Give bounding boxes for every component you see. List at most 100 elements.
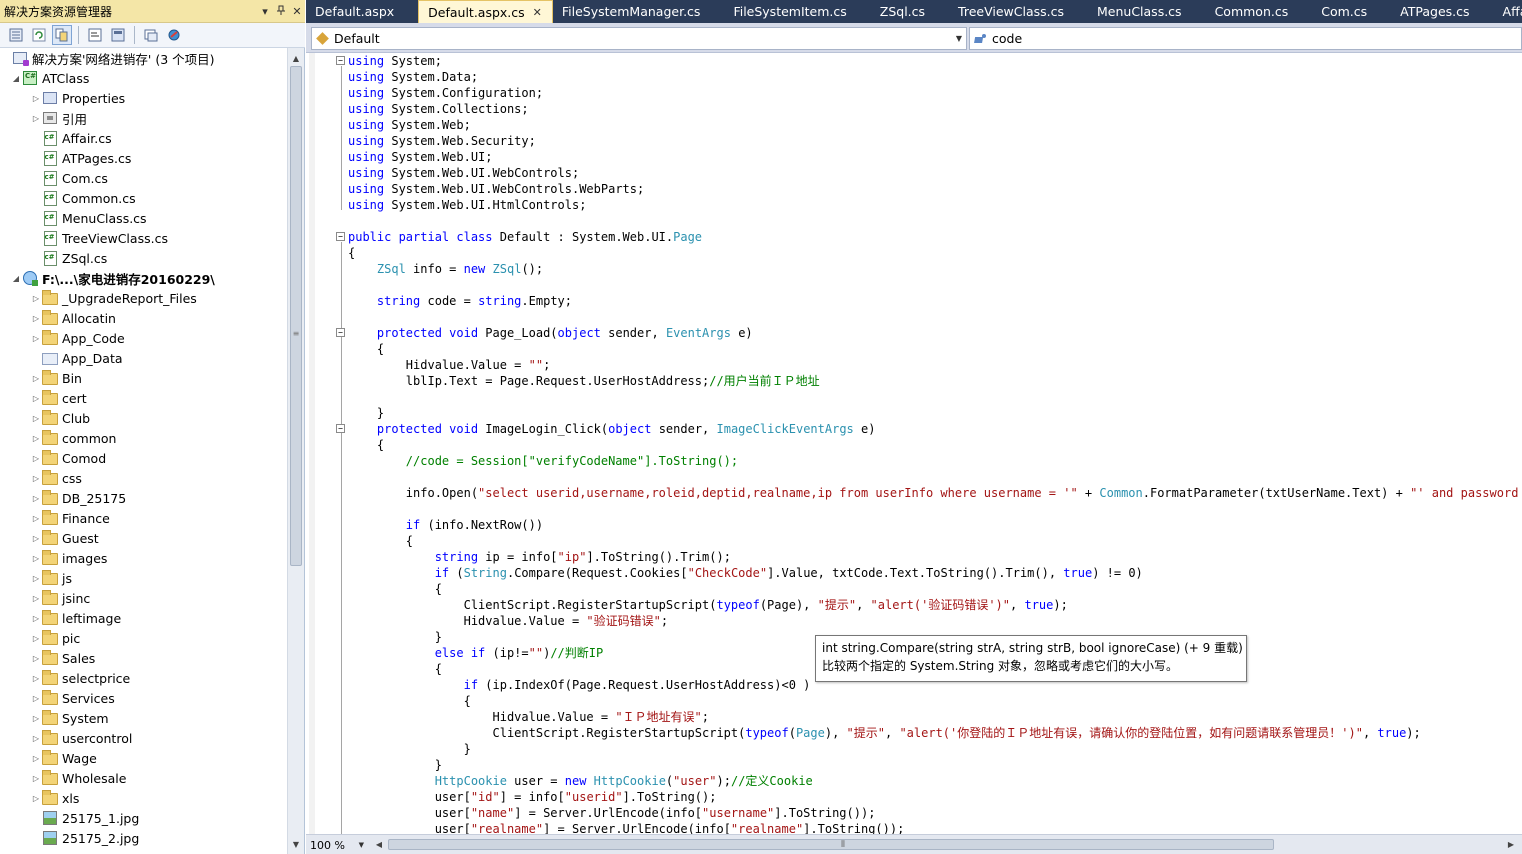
close-panel-icon[interactable]: ✕ [289, 5, 305, 18]
view-designer-button[interactable] [108, 25, 128, 45]
close-tab-icon[interactable]: ✕ [533, 6, 542, 19]
scroll-up-arrow-icon[interactable]: ▲ [288, 50, 304, 66]
expand-arrow-icon[interactable]: ▷ [30, 308, 42, 328]
tree-item[interactable]: ▷ Club [0, 408, 90, 428]
copy-website-button[interactable] [141, 25, 161, 45]
expand-arrow-icon[interactable]: ▷ [30, 788, 42, 808]
expand-arrow-icon[interactable]: ▷ [30, 588, 42, 608]
expand-arrow-icon[interactable]: ▷ [30, 568, 42, 588]
tree-item[interactable]: ▷ Allocatin [0, 308, 116, 328]
horizontal-scrollbar-thumb[interactable]: ⦀ [388, 839, 1274, 850]
tab-document[interactable]: MenuClass.cs [1088, 0, 1192, 23]
tree-item[interactable]: TreeViewClass.cs [0, 228, 168, 248]
code-editor[interactable]: − − − − using System; using System.Data; usin… [306, 53, 1522, 834]
tree-item[interactable]: ▷ css [0, 468, 82, 488]
tree-item[interactable]: ▷ cert [0, 388, 87, 408]
tree-item[interactable]: ▷ xls [0, 788, 79, 808]
tab-document[interactable]: Default.aspx.cs ✕ [418, 0, 553, 23]
tree-item[interactable]: ◢ ATClass [0, 68, 89, 88]
expand-arrow-icon[interactable]: ▷ [30, 508, 42, 528]
expand-arrow-icon[interactable]: ▷ [30, 468, 42, 488]
tree-item[interactable]: ▷ 引用 [0, 108, 87, 128]
collapse-arrow-icon[interactable]: ◢ [10, 268, 22, 288]
tree-item[interactable]: ▷ _UpgradeReport_Files [0, 288, 197, 308]
tab-document[interactable]: TreeViewClass.cs [949, 0, 1074, 23]
tree-item[interactable]: ▷ Guest [0, 528, 99, 548]
collapse-region-icon[interactable]: − [336, 232, 345, 241]
tab-document[interactable]: Default.aspx [306, 0, 404, 23]
expand-arrow-icon[interactable]: ▷ [30, 448, 42, 468]
tab-document[interactable]: Affair.cs [1494, 0, 1522, 23]
horizontal-scrollbar[interactable]: ◀ ⦀ ▶ [372, 837, 1518, 852]
auto-hide-pin-icon[interactable] [273, 5, 289, 18]
tree-item[interactable]: ▷ Sales [0, 648, 95, 668]
tree-item[interactable]: ▷ Finance [0, 508, 110, 528]
expand-arrow-icon[interactable]: ▷ [30, 628, 42, 648]
tab-document[interactable]: FileSystemItem.cs [724, 0, 856, 23]
collapse-region-icon[interactable]: − [336, 424, 345, 433]
expand-arrow-icon[interactable]: ▷ [30, 668, 42, 688]
tree-item[interactable]: ▷ jsinc [0, 588, 90, 608]
expand-arrow-icon[interactable]: ▷ [30, 768, 42, 788]
tree-item[interactable]: Common.cs [0, 188, 136, 208]
expand-arrow-icon[interactable]: ▷ [30, 728, 42, 748]
tree-item[interactable]: ▷ DB_25175 [0, 488, 126, 508]
tree-item[interactable]: ▷ js [0, 568, 72, 588]
expand-arrow-icon[interactable]: ▷ [30, 528, 42, 548]
scroll-right-arrow-icon[interactable]: ▶ [1504, 837, 1518, 852]
expand-arrow-icon[interactable]: ▷ [30, 608, 42, 628]
tree-item[interactable]: ◢ F:\...\家电进销存20160229\ [0, 268, 215, 288]
tab-document[interactable]: ZSql.cs [871, 0, 935, 23]
expand-arrow-icon[interactable]: ▷ [30, 288, 42, 308]
collapse-arrow-icon[interactable]: ◢ [10, 68, 22, 88]
tree-item[interactable]: ▷ Comod [0, 448, 106, 468]
tree-item[interactable]: ▷ pic [0, 628, 80, 648]
scroll-left-arrow-icon[interactable]: ◀ [372, 837, 386, 852]
asp-net-configuration-button[interactable] [164, 25, 184, 45]
tree-item[interactable]: ▷ usercontrol [0, 728, 132, 748]
refresh-button[interactable] [29, 25, 49, 45]
tree-item[interactable]: ▷ Properties [0, 88, 125, 108]
expand-arrow-icon[interactable]: ▷ [30, 708, 42, 728]
tab-document[interactable]: FileSystemManager.cs [553, 0, 711, 23]
expand-arrow-icon[interactable]: ▷ [30, 388, 42, 408]
code-text-area[interactable]: using System; using System.Data; using Sys… [348, 53, 1522, 834]
tree-item[interactable]: Affair.cs [0, 128, 112, 148]
type-dropdown[interactable]: Default ▼ [311, 27, 967, 50]
window-position-dropdown-icon[interactable]: ▾ [257, 5, 273, 18]
tree-item[interactable]: ▷ Bin [0, 368, 82, 388]
scroll-down-arrow-icon[interactable]: ▼ [288, 836, 304, 852]
tree-item[interactable]: ▷ Services [0, 688, 115, 708]
expand-arrow-icon[interactable]: ▷ [30, 748, 42, 768]
expand-arrow-icon[interactable]: ▷ [30, 548, 42, 568]
tree-item[interactable]: ZSql.cs [0, 248, 107, 268]
expand-arrow-icon[interactable]: ▷ [30, 428, 42, 448]
tree-item[interactable]: 解决方案'网络进销存' (3 个项目) [0, 48, 215, 68]
expand-arrow-icon[interactable]: ▷ [30, 408, 42, 428]
tree-item[interactable]: ATPages.cs [0, 148, 131, 168]
tree-item[interactable]: ▷ System [0, 708, 109, 728]
view-code-button[interactable] [85, 25, 105, 45]
tree-item[interactable]: ▷ selectprice [0, 668, 130, 688]
tab-document[interactable]: Com.cs [1312, 0, 1377, 23]
tree-item[interactable]: ▷ common [0, 428, 116, 448]
tree-item[interactable]: Com.cs [0, 168, 108, 188]
expand-arrow-icon[interactable]: ▷ [30, 328, 42, 348]
properties-button[interactable] [6, 25, 26, 45]
tree-item[interactable]: 25175_2.jpg [0, 828, 139, 848]
expand-arrow-icon[interactable]: ▷ [30, 648, 42, 668]
tree-item[interactable]: ▷ Wage [0, 748, 97, 768]
expand-arrow-icon[interactable]: ▷ [30, 488, 42, 508]
show-all-files-button[interactable] [52, 25, 72, 45]
tree-item[interactable]: App_Data [0, 348, 123, 368]
collapse-region-icon[interactable]: − [336, 56, 345, 65]
tab-document[interactable]: ATPages.cs [1391, 0, 1479, 23]
tree-item[interactable]: ▷ App_Code [0, 328, 125, 348]
expand-arrow-icon[interactable]: ▷ [30, 688, 42, 708]
zoom-dropdown[interactable]: 100 % ▼ [310, 837, 364, 853]
expand-arrow-icon[interactable]: ▷ [30, 88, 42, 108]
tab-document[interactable]: Common.cs [1206, 0, 1299, 23]
scrollbar-thumb[interactable] [290, 66, 302, 566]
tree-item[interactable]: ▷ leftimage [0, 608, 121, 628]
tree-item[interactable]: ▷ Wholesale [0, 768, 126, 788]
